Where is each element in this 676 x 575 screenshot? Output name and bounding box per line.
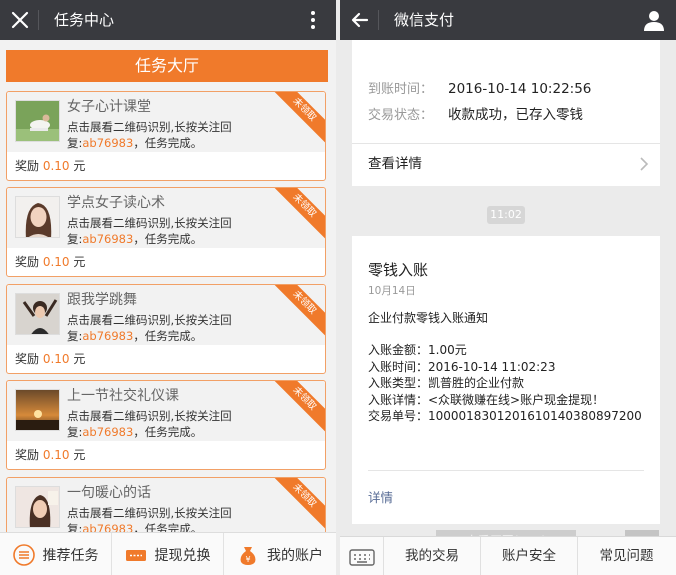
divider [378,10,379,30]
left-bottom-nav: 推荐任务 提现兑换 ¥ 我的账户 [0,532,336,575]
keyboard-icon [348,548,375,566]
task-card[interactable]: 学点女子读心术 点击展看二维码识别,长按关注回复:ab76983，任务完成。 奖… [6,187,326,277]
transaction-number-line: 交易单号：1000018301201610140380897200 [368,409,642,423]
list-icon [12,543,35,566]
task-description: 点击展看二维码识别,长按关注回复:ab76983，任务完成。 [67,409,232,439]
reply-code: ab76983 [82,425,134,439]
arrival-time-value: 2016-10-14 10:22:56 [448,81,592,97]
tab-label: 推荐任务 [42,547,99,564]
divider [38,10,39,30]
task-thumbnail-dance [15,293,60,335]
task-description: 点击展看二维码识别,长按关注回复:ab76983，任务完成。 [67,216,232,246]
more-menu-icon[interactable] [306,8,320,32]
divider [352,143,660,144]
reward-amount: 0.10 [42,352,70,366]
task-description: 点击展看二维码识别,长按关注回复:ab76983，任务完成。 [67,120,232,150]
menu-faq[interactable]: 常见问题 [578,537,675,575]
tab-label: 我的账户 [267,547,323,564]
reply-code: ab76983 [82,232,134,246]
task-card[interactable]: 跟我学跳舞 点击展看二维码识别,长按关注回复:ab76983，任务完成。 奖励 … [6,284,326,374]
task-card[interactable]: 女子心计课堂 点击展看二维码识别,长按关注回复:ab76983，任务完成。 奖励… [6,91,326,181]
tab-label: 提现兑换 [154,547,211,564]
left-top-bar: 任务中心 [0,0,336,40]
task-center-panel: 任务中心 任务大厅 女子心计课堂 点击展看二维码识别,长按关注回复:ab7698… [0,0,336,575]
deposit-amount-line: 入账金额：1.00元 [368,343,467,357]
svg-text:¥: ¥ [245,555,250,564]
task-description: 点击展看二维码识别,长按关注回复:ab76983，任务完成。 [67,313,232,343]
tab-my-account[interactable]: ¥ 我的账户 [224,533,336,575]
task-name: 学点女子读心术 [67,195,165,211]
close-icon[interactable] [8,8,32,32]
task-thumbnail-yoga [15,100,60,142]
chevron-right-icon [640,157,649,171]
details-link[interactable]: 详情 [368,490,393,506]
right-bottom-menu: 我的交易 账户安全 常见问题 [340,536,676,575]
deposit-time-line: 入账时间：2016-10-14 11:02:23 [368,359,556,374]
tab-recommended-tasks[interactable]: 推荐任务 [0,533,112,575]
divider [368,470,644,471]
task-reward: 奖励 0.10 元 [15,352,86,366]
trade-status-row: 交易状态： 收款成功，已存入零钱 [368,107,583,123]
reply-code: ab76983 [82,136,134,150]
task-thumbnail-sunset [15,389,60,431]
ticket-icon [125,549,146,561]
card-title: 零钱入账 [368,261,429,279]
page-title: 微信支付 [394,11,455,29]
reward-amount: 0.10 [42,255,70,269]
arrival-time-row: 到账时间： 2016-10-14 10:22:56 [368,81,592,97]
deposit-detail-line: 入账详情：<众联微赚在线>账户现金提现！ [368,392,605,407]
keyboard-toggle-button[interactable] [340,537,384,575]
menu-my-transactions[interactable]: 我的交易 [384,537,481,575]
timestamp-badge: 11:02 [487,206,525,224]
page-title: 任务中心 [54,11,115,29]
deposit-details: 入账金额：1.00元 入账时间：2016-10-14 11:02:23 入账类型… [368,342,642,425]
reply-code: ab76983 [82,329,134,343]
task-name: 上一节社交礼仪课 [67,388,179,404]
payment-record-card: 到账时间： 2016-10-14 10:22:56 交易状态： 收款成功，已存入零钱… [352,40,660,186]
task-hall-header[interactable]: 任务大厅 [6,50,328,82]
task-reward: 奖励 0.10 元 [15,255,86,269]
money-bag-icon: ¥ [240,546,256,565]
wechat-pay-panel: 微信支付 到账时间： 2016-10-14 10:22:56 交易状态： 收款成功，… [340,0,676,575]
trade-status-value: 收款成功，已存入零钱 [448,107,583,123]
task-card[interactable]: 上一节社交礼仪课 点击展看二维码识别,长按关注回复:ab76983，任务完成。 … [6,380,326,470]
change-deposit-card[interactable]: 零钱入账 10月14日 企业付款零钱入账通知 入账金额：1.00元 入账时间：2… [352,236,660,524]
task-thumbnail-portrait [15,196,60,238]
notice-heading: 企业付款零钱入账通知 [368,311,489,325]
view-details-link[interactable]: 查看详情 [368,155,422,173]
task-name: 跟我学跳舞 [67,292,137,308]
right-top-bar: 微信支付 [340,0,676,40]
reward-amount: 0.10 [42,159,70,173]
reward-amount: 0.10 [42,448,70,462]
menu-account-security[interactable]: 账户安全 [481,537,578,575]
user-profile-icon[interactable] [642,8,666,32]
task-reward: 奖励 0.10 元 [15,448,86,462]
tab-withdraw-exchange[interactable]: 提现兑换 [112,533,224,575]
task-name: 女子心计课堂 [67,99,151,115]
task-name: 一句暖心的话 [67,485,151,501]
card-date: 10月14日 [368,285,416,297]
task-reward: 奖励 0.10 元 [15,159,86,173]
task-thumbnail-heart-words [15,486,60,528]
deposit-type-line: 入账类型：凯普胜的企业付款 [368,376,525,390]
back-arrow-icon[interactable] [348,8,372,32]
